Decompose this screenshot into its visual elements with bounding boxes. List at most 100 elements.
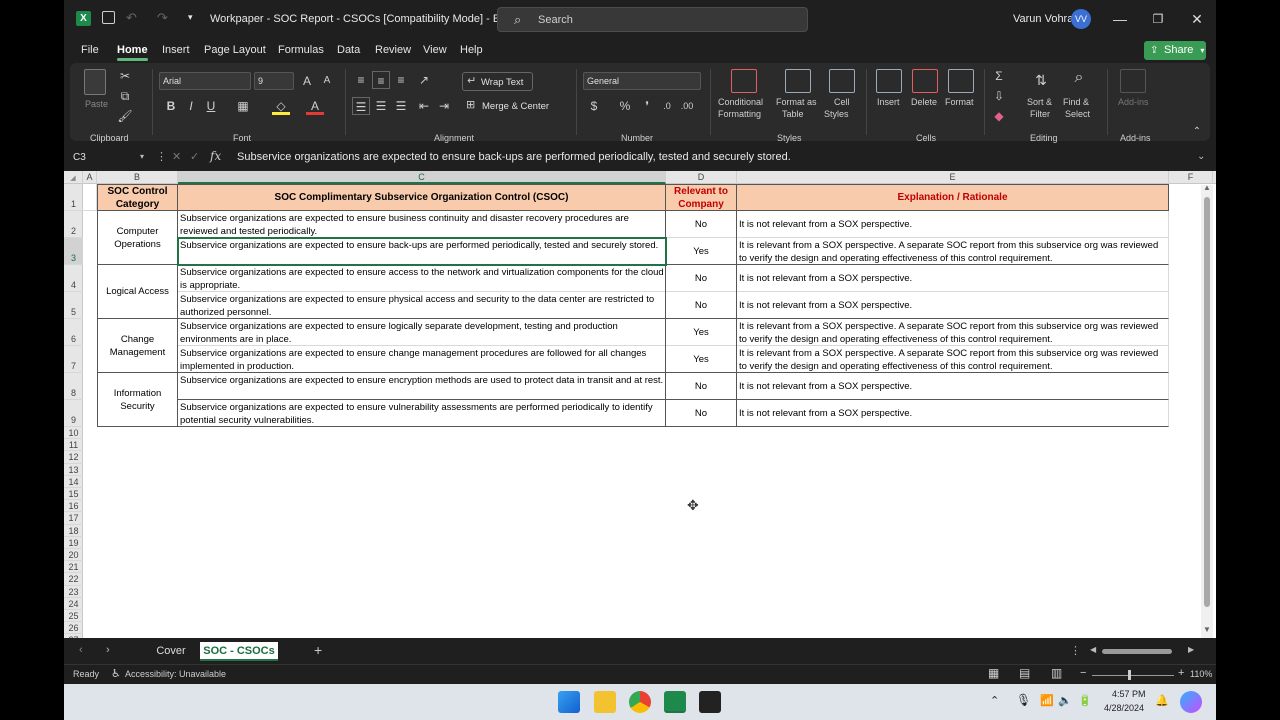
row-header[interactable]: 15 [64,488,83,501]
undo-icon[interactable]: ↶ [126,10,137,26]
scroll-right-icon[interactable]: ▶ [1188,645,1194,654]
zoom-slider-thumb[interactable] [1128,670,1131,680]
cell-a1[interactable] [83,184,97,211]
format-cells-label[interactable]: Format [945,97,974,107]
horizontal-scroll-thumb[interactable] [1102,649,1172,654]
row-header[interactable]: 7 [64,346,83,373]
find-select-label-1[interactable]: Find & [1063,97,1089,107]
save-icon[interactable] [102,11,115,24]
row-header[interactable]: 8 [64,373,83,400]
cancel-icon[interactable]: ✕ [172,150,181,163]
cell-styles-icon[interactable] [829,69,855,93]
row-header[interactable]: 20 [64,549,83,562]
search-box[interactable]: ⌕ Search [497,7,808,32]
chrome-icon[interactable] [629,691,651,713]
more-options-icon[interactable]: ⋮ [156,150,167,163]
conditional-formatting-icon[interactable] [731,69,757,93]
normal-view-icon[interactable]: ▦ [988,666,999,680]
merge-center-button[interactable]: ⊞ Merge & Center [466,98,576,116]
menu-view[interactable]: View [423,44,447,56]
explanation-cell[interactable]: It is not relevant from a SOX perspectiv… [737,373,1169,400]
category-cell[interactable]: Computer Operations [97,211,178,265]
copy-icon[interactable]: ⧉ [116,87,134,105]
increase-font-icon[interactable]: A [298,72,316,90]
show-hidden-icons-icon[interactable]: ⌃ [990,694,999,707]
redo-icon[interactable]: ↷ [157,10,168,26]
font-color-icon[interactable]: A [306,97,324,115]
avatar[interactable]: VV [1071,9,1091,29]
column-header-c[interactable]: C [178,171,666,184]
zoom-level[interactable]: 110% [1190,669,1212,679]
notifications-icon[interactable]: 🔔 [1155,694,1169,707]
find-select-label-2[interactable]: Select [1065,109,1090,119]
underline-icon[interactable]: U [202,97,220,115]
cell-styles-label-2[interactable]: Styles [824,109,849,119]
format-as-table-label-1[interactable]: Format as [776,97,817,107]
file-explorer-icon[interactable] [594,691,616,713]
font-name-select[interactable]: Arial [159,72,251,90]
relevant-cell[interactable]: No [666,265,737,292]
header-control[interactable]: SOC Complimentary Subservice Organizatio… [178,184,666,211]
conditional-formatting-label-1[interactable]: Conditional [718,97,763,107]
sort-filter-label-1[interactable]: Sort & [1027,97,1052,107]
tab-soc-csocs[interactable]: SOC - CSOCs [200,642,278,661]
enter-icon[interactable]: ✓ [190,150,199,163]
share-button[interactable]: ⇪ Share ▾ [1144,41,1206,60]
delete-cells-label[interactable]: Delete [911,97,937,107]
add-ins-icon[interactable] [1120,69,1146,93]
format-painter-icon[interactable]: 🖌 [116,107,134,125]
borders-icon[interactable]: ▦ [234,97,252,115]
restore-icon[interactable]: ❐ [1147,8,1169,30]
control-cell[interactable]: Subservice organizations are expected to… [178,211,666,238]
control-cell[interactable]: Subservice organizations are expected to… [178,265,666,292]
menu-data[interactable]: Data [337,44,360,56]
clear-icon[interactable]: ◆ [990,107,1008,125]
row-header[interactable]: 1 [64,184,83,211]
align-right-icon[interactable]: ☰ [392,97,410,115]
minimize-icon[interactable]: — [1109,8,1131,30]
menu-formulas[interactable]: Formulas [278,44,324,56]
clock-date[interactable]: 4/28/2024 [1104,703,1144,713]
menu-home[interactable]: Home [117,44,148,61]
relevant-cell[interactable]: No [666,292,737,319]
close-icon[interactable]: ✕ [1186,8,1208,30]
name-box[interactable]: C3 [70,150,148,166]
prev-sheet-icon[interactable]: ‹ [79,644,83,656]
column-header-d[interactable]: D [666,171,737,184]
row-header[interactable]: 13 [64,464,83,476]
paste-label[interactable]: Paste [85,99,108,109]
relevant-cell[interactable]: No [666,373,737,400]
find-select-icon[interactable]: ⌕ [1070,69,1088,87]
control-cell[interactable]: Subservice organizations are expected to… [178,346,666,373]
italic-icon[interactable]: I [182,97,200,115]
category-cell[interactable]: Information Security [97,373,178,427]
fill-color-icon[interactable]: ◇ [272,97,290,115]
excel-taskbar-icon[interactable] [664,691,686,713]
cut-icon[interactable]: ✂ [116,67,134,85]
row-header[interactable]: 17 [64,512,83,525]
explanation-cell[interactable]: It is not relevant from a SOX perspectiv… [737,211,1169,238]
accessibility-status[interactable]: Accessibility: Unavailable [125,669,226,679]
orientation-icon[interactable]: ↗ [415,71,433,89]
number-format-select[interactable]: General [583,72,701,90]
insert-function-icon[interactable]: fx [210,149,221,163]
zoom-slider[interactable] [1092,675,1174,676]
currency-icon[interactable]: $ [585,97,603,115]
row-header[interactable]: 16 [64,500,83,513]
clock-time[interactable]: 4:57 PM [1112,689,1146,699]
wifi-icon[interactable]: 📶 [1040,694,1054,707]
page-layout-view-icon[interactable]: ▤ [1019,666,1030,680]
decrease-font-icon[interactable]: A [318,72,336,90]
relevant-cell[interactable]: Yes [666,319,737,346]
sort-filter-label-2[interactable]: Filter [1030,109,1050,119]
row-header[interactable]: 2 [64,211,83,238]
explanation-cell[interactable]: It is relevant from a SOX perspective. A… [737,238,1169,265]
column-header-a[interactable]: A [83,171,97,184]
format-as-table-icon[interactable] [785,69,811,93]
microphone-icon[interactable]: 🎙 [1016,693,1031,707]
cell-styles-label-1[interactable]: Cell [834,97,850,107]
percent-icon[interactable]: % [616,97,634,115]
relevant-cell[interactable]: No [666,400,737,427]
conditional-formatting-label-2[interactable]: Formatting [718,109,761,119]
autosum-icon[interactable]: Σ [990,67,1008,85]
